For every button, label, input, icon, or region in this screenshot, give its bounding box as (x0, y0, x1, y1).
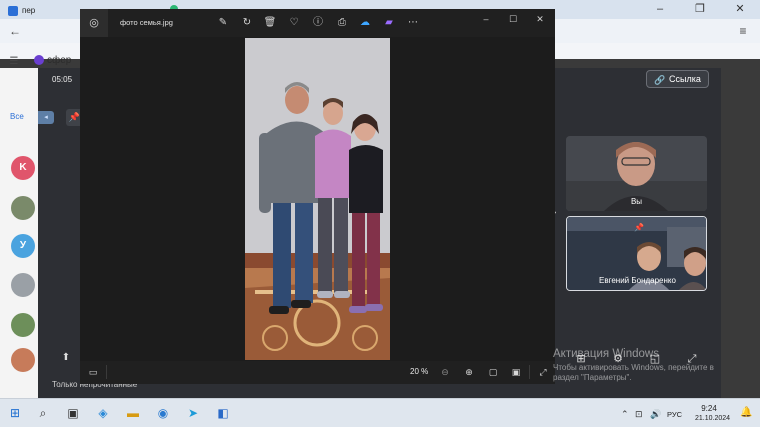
widgets-icon[interactable]: ◈ (96, 406, 110, 420)
photos-app-icon[interactable]: ◎ (80, 9, 108, 37)
maximize-icon[interactable]: ☐ (501, 9, 525, 29)
browser-minimize-icon[interactable]: – (640, 0, 680, 19)
photo-filename: фото семья.jpg (120, 18, 173, 27)
family-photo (245, 38, 390, 360)
chat-avatar[interactable] (11, 348, 35, 372)
chat-avatar[interactable] (11, 313, 35, 337)
zoom-out-icon[interactable]: ⊖ (438, 365, 452, 379)
clock-time: 9:24 (701, 404, 717, 413)
info-icon[interactable]: ⓘ (311, 16, 325, 30)
site-logo-icon (34, 55, 44, 65)
copy-link-button[interactable]: 🔗 Ссылка (646, 70, 709, 88)
participant-tile-self[interactable]: Вы (566, 136, 707, 211)
zoom-level: 20 % (410, 367, 429, 376)
minimize-icon[interactable]: – (474, 9, 498, 29)
browser-close-icon[interactable]: ✕ (720, 0, 760, 19)
chat-avatar[interactable]: K (11, 156, 35, 180)
pin-icon[interactable]: 📌 (634, 223, 644, 232)
menu-icon[interactable]: ☰ (7, 55, 21, 69)
taskbar (0, 398, 760, 427)
language-indicator[interactable]: РУС (667, 410, 682, 419)
taskbar-clock[interactable]: 9:24 21.10.2024 (695, 404, 731, 424)
family-photo-image (245, 38, 390, 360)
chat-folder-chip[interactable]: ◂ (38, 111, 54, 124)
start-icon[interactable]: ⊞ (8, 406, 22, 420)
browser-tab[interactable]: пер (0, 3, 78, 19)
activation-watermark: Активация Windows Чтобы активировать Win… (553, 348, 738, 383)
chat-avatar[interactable] (11, 196, 35, 220)
activation-title: Активация Windows (553, 348, 659, 360)
onedrive-icon[interactable]: ☁ (358, 16, 372, 30)
divider (106, 365, 107, 379)
network-icon[interactable]: ⊡ (635, 409, 643, 420)
photos-bottom-bar: ▭ 20 % ⊖ ⊕ ▢ ▣ ⤢ (80, 361, 555, 384)
browser-menu-icon[interactable]: ≡ (736, 24, 750, 38)
volume-icon[interactable]: 🔊 (650, 409, 661, 420)
fit-icon[interactable]: ▢ (486, 365, 500, 379)
delete-icon[interactable]: 🗑 (263, 16, 277, 30)
search-icon[interactable]: ⌕ (36, 406, 50, 420)
clock-date: 21.10.2024 (695, 415, 731, 422)
browser-tab-label: пер (22, 6, 36, 15)
browser-maximize-icon[interactable]: ❐ (680, 0, 720, 19)
activation-text: Чтобы активировать Windows, перейдите в … (553, 363, 714, 382)
tab-favicon-icon (8, 6, 18, 16)
actual-size-icon[interactable]: ▣ (509, 365, 523, 379)
chat-avatar[interactable]: У (11, 234, 35, 258)
rotate-icon[interactable]: ↻ (240, 16, 254, 30)
site-title: сфер (47, 55, 72, 66)
notifications-icon[interactable]: 🔔 (740, 407, 752, 418)
call-timer: 05:05 (52, 75, 73, 84)
tray-chevron-icon[interactable]: ⌃ (621, 409, 629, 420)
divider (529, 365, 530, 379)
participant-tile-remote[interactable]: 📌 Евгений Бондаренко (566, 216, 707, 291)
fullscreen-icon[interactable]: ⤢ (536, 365, 550, 379)
clipchamp-icon[interactable]: ▰ (382, 16, 396, 30)
zoom-in-icon[interactable]: ⊕ (462, 365, 476, 379)
edit-icon[interactable]: ✎ (216, 16, 230, 30)
print-icon[interactable]: ⎙ (335, 16, 349, 30)
link-button-label: Ссылка (669, 74, 701, 84)
chat-avatar[interactable] (11, 273, 35, 297)
link-icon: 🔗 (654, 75, 666, 85)
filter-all[interactable]: Все (10, 112, 34, 126)
close-icon[interactable]: ✕ (528, 9, 552, 29)
more-icon[interactable]: ⋯ (406, 16, 420, 30)
back-icon[interactable]: ← (8, 24, 22, 38)
browser-taskbar-icon[interactable]: ◉ (156, 406, 170, 420)
file-explorer-icon[interactable]: ▬ (126, 406, 140, 420)
telegram-icon[interactable]: ➤ (186, 406, 200, 420)
filmstrip-icon[interactable]: ▭ (86, 365, 100, 379)
task-view-icon[interactable]: ▣ (66, 406, 80, 420)
upload-icon[interactable]: ⬆ (57, 350, 75, 366)
participant-name: Вы (630, 197, 643, 206)
photos-taskbar-icon[interactable]: ◧ (216, 406, 230, 420)
participant-name: Евгений Бондаренко (599, 276, 676, 285)
favorite-icon[interactable]: ♡ (287, 16, 301, 30)
